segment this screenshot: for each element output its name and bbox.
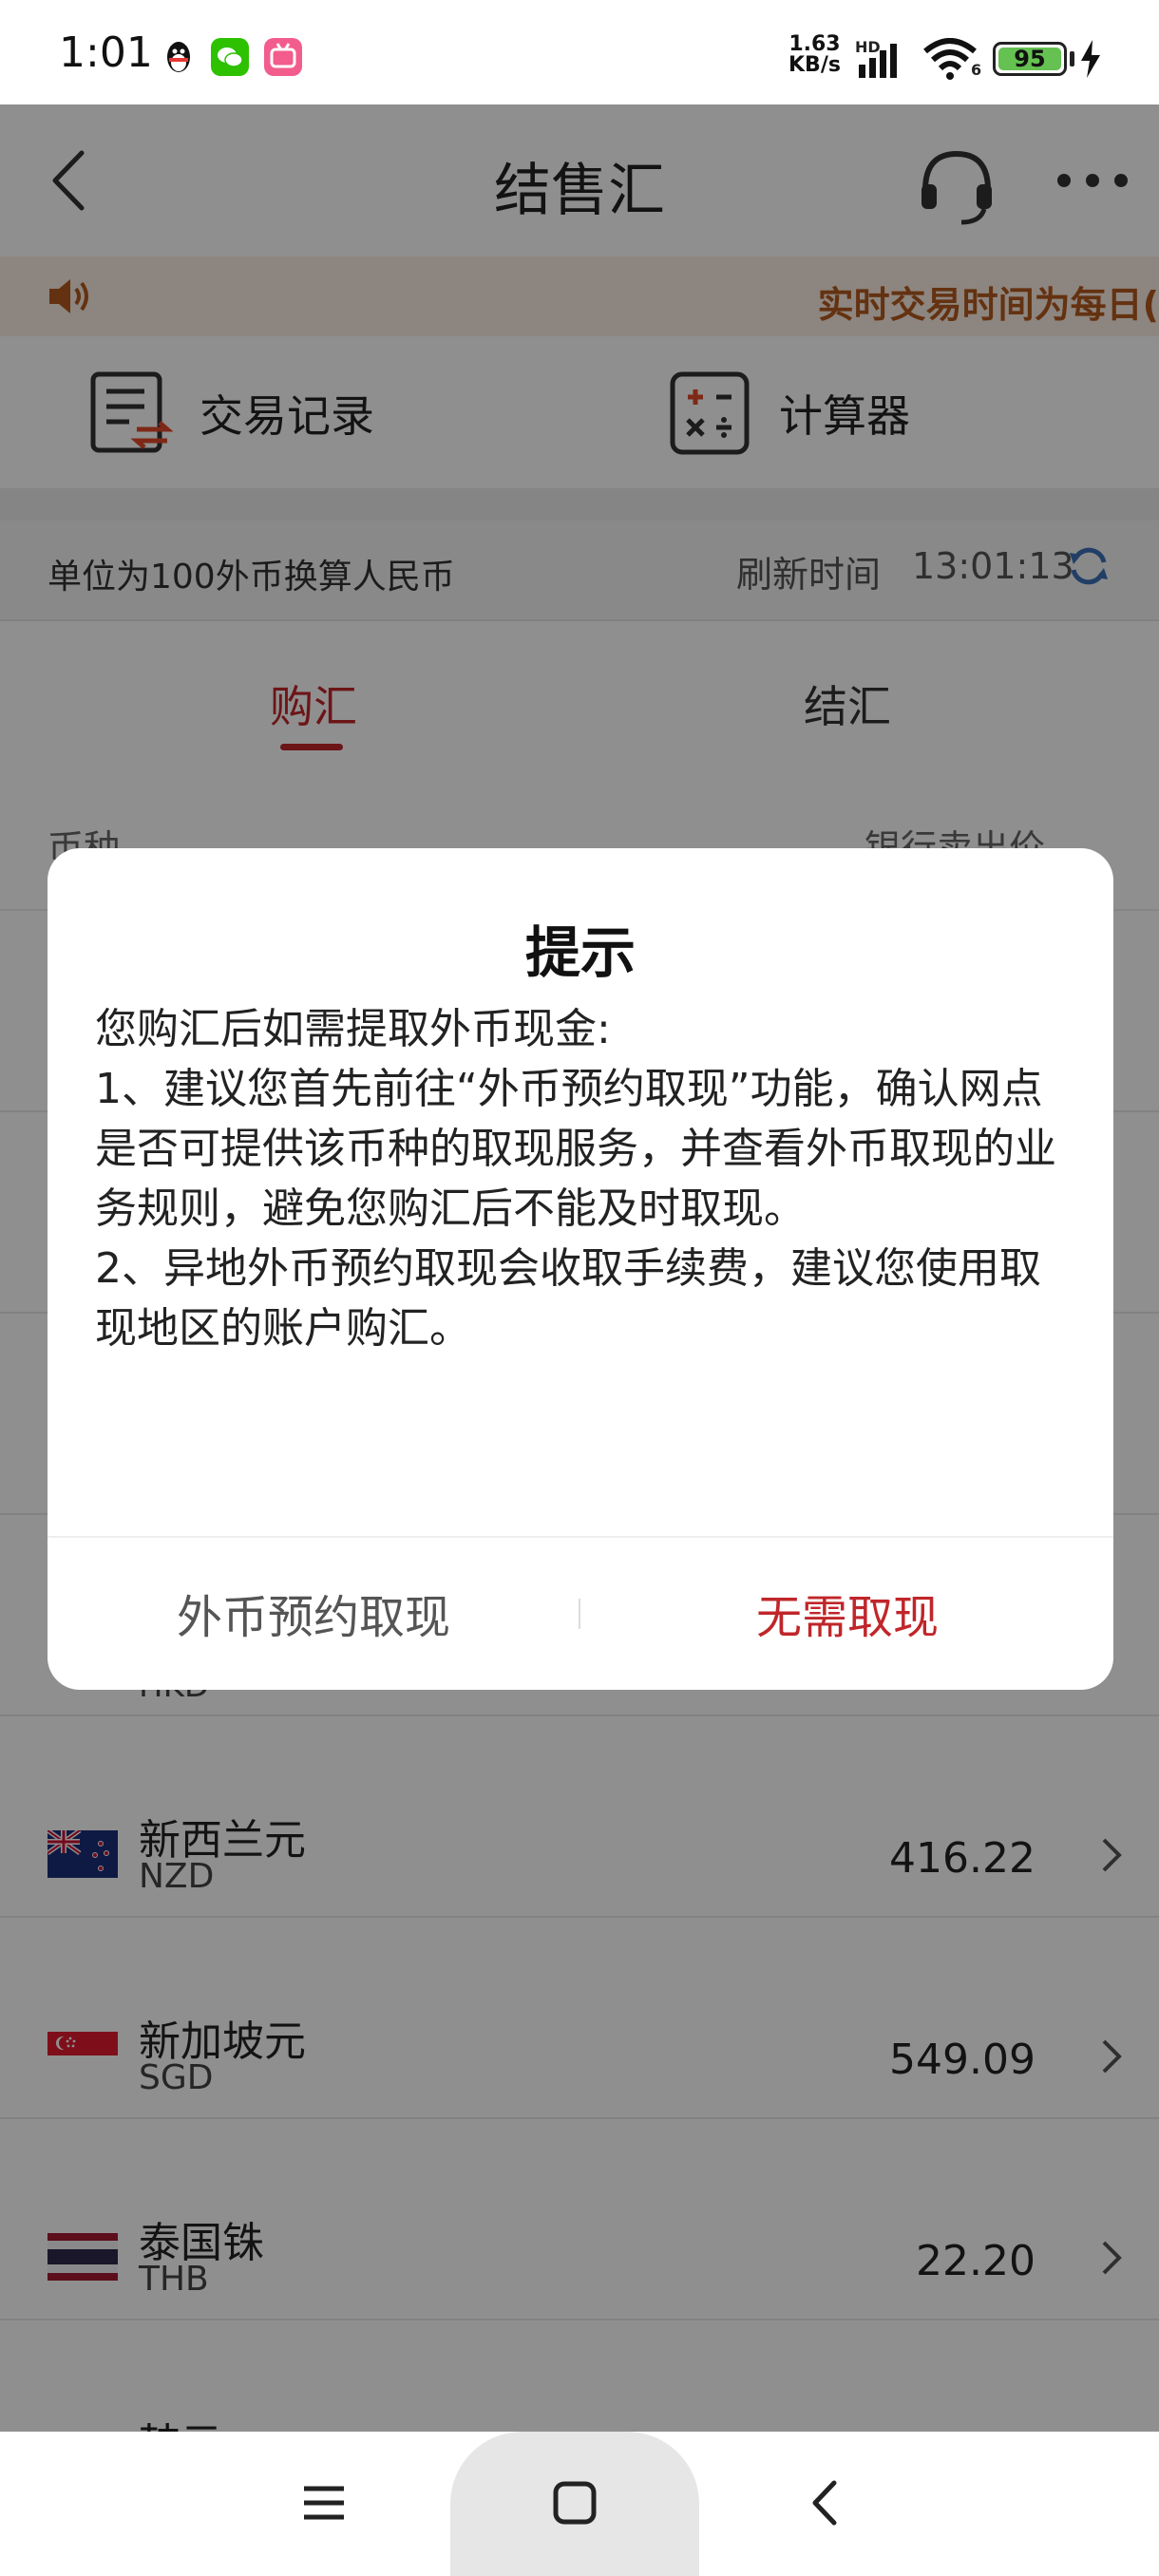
wifi-icon — [922, 38, 978, 85]
dialog-title: 提示 — [524, 920, 636, 985]
no-withdraw-button[interactable]: 无需取现 — [581, 1580, 1113, 1646]
wechat-icon — [211, 38, 249, 76]
dialog-button-separator — [579, 1599, 580, 1629]
nav-menu-button[interactable] — [300, 2479, 348, 2530]
back-chevron-icon — [812, 2480, 837, 2526]
status-time: 1:01 — [59, 28, 153, 77]
appointment-withdraw-button[interactable]: 外币预约取现 — [48, 1580, 580, 1646]
qq-icon — [160, 38, 198, 76]
bilibili-icon — [264, 38, 302, 76]
charging-icon — [1079, 40, 1102, 82]
battery-tip — [1070, 51, 1074, 66]
home-square-icon — [553, 2481, 597, 2525]
wifi-6-label: 6 — [971, 61, 982, 79]
network-speed: 1.63 KB/s — [788, 32, 841, 77]
dialog-divider — [48, 1536, 1113, 1538]
nav-back-button[interactable] — [806, 2479, 844, 2530]
battery-indicator: 95 — [993, 42, 1067, 76]
dialog-message: 您购汇后如需提取外币现金: 1、建议您首先前往“外币预约取现”功能，确认网点是否… — [95, 1005, 1056, 1353]
menu-icon — [304, 2486, 344, 2520]
nav-home-button[interactable] — [551, 2479, 598, 2530]
signal-icon — [857, 42, 904, 84]
